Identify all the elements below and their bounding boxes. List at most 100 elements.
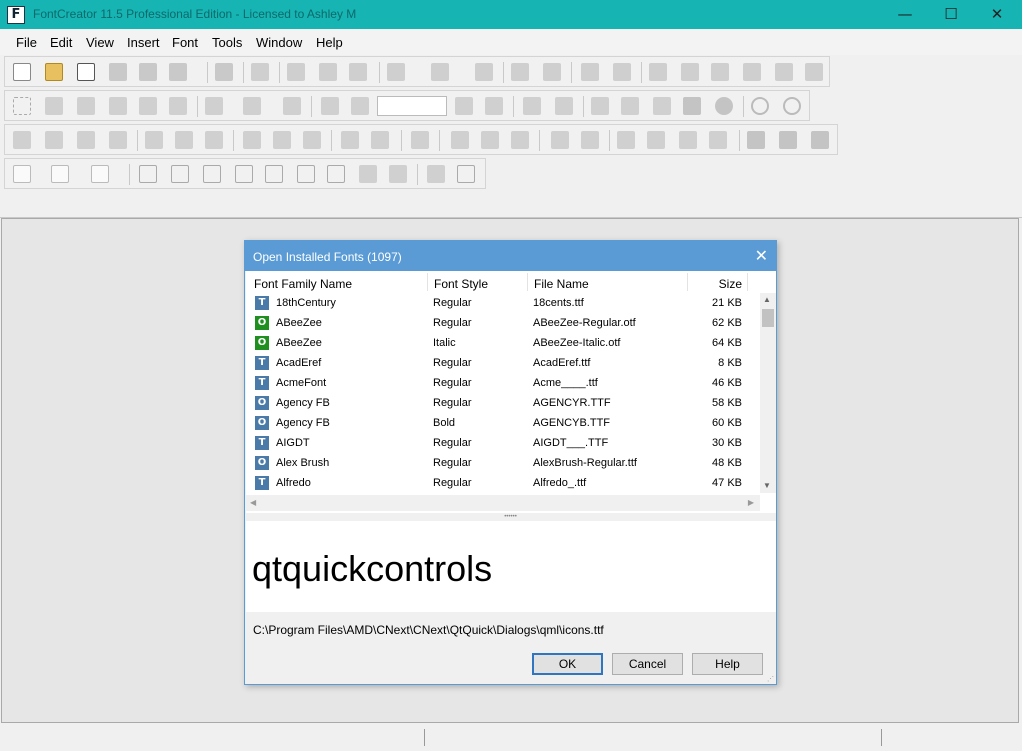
align-middle-icon[interactable] [273,131,291,149]
refresh-icon[interactable] [475,63,493,81]
redo-icon[interactable] [431,63,449,81]
zoom-fit-icon[interactable] [455,97,473,115]
grid-icon[interactable] [139,165,157,183]
scroll-right-icon[interactable]: ▶ [748,498,754,507]
maximize-button[interactable]: ☐ [928,0,974,29]
menu-font[interactable]: Font [172,35,198,50]
table-row[interactable]: T AIGDT Regular AIGDT___.TTF 30 KB [246,433,758,453]
measure-icon[interactable] [109,97,127,115]
forward-icon[interactable] [783,97,801,115]
triangle-icon[interactable] [647,131,665,149]
back-icon[interactable] [751,97,769,115]
cut-icon[interactable] [287,63,305,81]
table-row[interactable]: T AcmeFont Regular Acme____.ttf 46 KB [246,373,758,393]
pencil-icon[interactable] [139,97,157,115]
table-row[interactable]: O Alex Brush Regular AlexBrush-Regular.ttf 4… [246,453,758,473]
scroll-down-icon[interactable]: ▼ [763,481,771,490]
slant-left-icon[interactable] [617,131,635,149]
hand-icon[interactable] [77,97,95,115]
close-button[interactable]: ✕ [974,0,1020,29]
menu-edit[interactable]: Edit [50,35,72,50]
pointer-icon[interactable] [523,97,541,115]
app-icon[interactable]: F [7,6,25,24]
horizontal-scrollbar[interactable]: ◀ ▶ [246,495,760,511]
zoom-select[interactable] [377,96,447,116]
cancel-button[interactable]: Cancel [612,653,683,675]
table-row[interactable]: O ABeeZee Italic ABeeZee-Italic.otf 64 KB [246,333,758,353]
table-row[interactable]: O ABeeZee Regular ABeeZee-Regular.otf 62 KB [246,313,758,333]
image-icon[interactable] [591,97,609,115]
sort-icon[interactable] [51,165,69,183]
column-divider[interactable] [527,273,528,291]
properties-icon[interactable] [649,63,667,81]
rectangle-icon[interactable] [683,97,701,115]
menu-help[interactable]: Help [316,35,343,50]
ellipse-icon[interactable] [715,97,733,115]
text-tool-icon[interactable] [613,63,631,81]
align-bottom-icon[interactable] [303,131,321,149]
table-row[interactable]: T 18thCentury Regular 18cents.ttf 21 KB [246,293,758,313]
zoom-out-icon[interactable] [351,97,369,115]
pen-icon[interactable] [653,97,671,115]
intersect-icon[interactable] [779,131,797,149]
save-all-icon[interactable] [139,63,157,81]
binoculars-icon[interactable] [251,63,269,81]
new-font-icon[interactable] [13,63,31,81]
open-installed-font-icon[interactable] [77,63,95,81]
open-folder-icon[interactable] [45,63,63,81]
splitter-grip[interactable]: •••••• [245,513,776,521]
table-row[interactable]: T Alfredo Regular Alfredo_.ttf 47 KB [246,473,758,493]
menu-view[interactable]: View [86,35,114,50]
paste-icon[interactable] [349,63,367,81]
column-divider[interactable] [687,273,688,291]
add-glyph-icon[interactable] [543,63,561,81]
column-font-style[interactable]: Font Style [434,277,488,291]
table-lock-icon[interactable] [265,165,283,183]
column-file-name[interactable]: File Name [534,277,589,291]
background-image-icon[interactable] [205,97,223,115]
grid-add-icon[interactable] [171,165,189,183]
scroll-up-icon[interactable]: ▲ [763,295,771,304]
columns-lock-icon[interactable] [327,165,345,183]
edit-form-icon[interactable] [681,63,699,81]
align-center-icon[interactable] [175,131,193,149]
union-icon[interactable] [747,131,765,149]
menu-file[interactable]: File [16,35,37,50]
table-add-icon[interactable] [235,165,253,183]
table-row[interactable]: O Agency FB Regular AGENCYR.TTF 58 KB [246,393,758,413]
select-icon[interactable] [13,97,31,115]
document-search-icon[interactable] [91,165,109,183]
ungroup-icon[interactable] [45,131,63,149]
column-divider[interactable] [427,273,428,291]
nodes-icon[interactable] [427,165,445,183]
align-right-icon[interactable] [205,131,223,149]
undo-icon[interactable] [387,63,405,81]
skew-icon[interactable] [709,131,727,149]
print-icon[interactable] [215,63,233,81]
dialog-close-icon[interactable]: ✕ [755,246,768,265]
save-icon[interactable] [109,63,127,81]
scroll-left-icon[interactable]: ◀ [250,498,256,507]
menu-tools[interactable]: Tools [212,35,242,50]
frame-icon[interactable] [457,165,475,183]
group-icon[interactable] [13,131,31,149]
text-outline-icon[interactable] [283,97,301,115]
column-divider[interactable] [747,273,748,291]
help-button[interactable]: Help [692,653,763,675]
eraser-icon[interactable] [451,131,469,149]
composite-glyph-icon[interactable] [511,63,529,81]
bring-front-icon[interactable] [77,131,95,149]
font-list[interactable]: Font Family Name Font Style File Name Si… [246,271,776,513]
table-row[interactable]: O Agency FB Bold AGENCYB.TTF 60 KB [246,413,758,433]
columns-icon[interactable] [297,165,315,183]
flip-icon[interactable] [581,131,599,149]
zoom-in-icon[interactable] [321,97,339,115]
validate-icon[interactable] [711,63,729,81]
vertical-scrollbar[interactable]: ▲ ▼ [760,293,776,493]
menu-window[interactable]: Window [256,35,302,50]
table-icon[interactable] [203,165,221,183]
hatch-icon[interactable] [243,97,261,115]
break-link-icon[interactable] [481,131,499,149]
scroll-thumb[interactable] [762,309,774,327]
install-font-icon[interactable] [805,63,823,81]
